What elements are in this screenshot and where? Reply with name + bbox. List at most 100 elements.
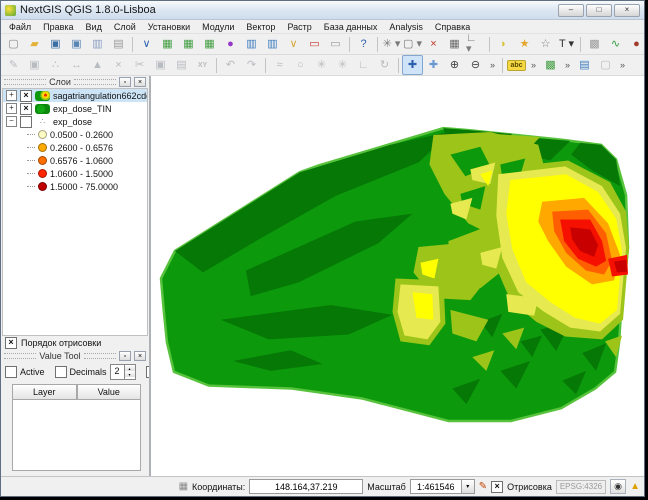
save-project-as-button[interactable]: ▣ <box>66 34 87 54</box>
undo-button[interactable]: ↶ <box>220 55 241 75</box>
zoom-to-layer-button[interactable]: ▩ <box>540 55 561 75</box>
decimals-stepper[interactable]: 2 ▴ ▾ <box>110 364 136 380</box>
show-bookmarks-button[interactable]: ☆ <box>535 34 556 54</box>
save-edits-button[interactable]: ▣ <box>24 55 45 75</box>
dock-handle[interactable] <box>74 79 116 85</box>
toolbar-separator[interactable] <box>265 58 266 73</box>
toolbar-separator[interactable] <box>132 37 133 52</box>
profile-tool-button[interactable]: ∿ <box>605 34 626 54</box>
legend-item[interactable]: 0.6576 - 1.0600 <box>3 154 147 167</box>
maximize-button[interactable]: □ <box>586 4 612 17</box>
select-features-button[interactable]: ▢ ▾ <box>402 34 423 54</box>
layer-visibility-checkbox[interactable]: × <box>20 90 32 102</box>
expand-icon[interactable]: + <box>6 90 17 101</box>
value-tool-float-button[interactable]: ▫ <box>119 351 131 361</box>
active-checkbox[interactable] <box>5 366 17 378</box>
map-canvas[interactable] <box>151 76 644 476</box>
labeling-button[interactable]: abc <box>506 55 527 75</box>
save-project-button[interactable]: ▣ <box>45 34 66 54</box>
menu-item[interactable]: Вектор <box>240 22 281 32</box>
new-print-composer-button[interactable]: ▤ <box>108 34 129 54</box>
toolbar-separator[interactable] <box>489 37 490 52</box>
layers-panel-float-button[interactable]: ▫ <box>119 77 131 87</box>
menu-item[interactable]: База данных <box>318 22 384 32</box>
cut-features-button[interactable]: ✂ <box>129 55 150 75</box>
legend-item[interactable]: 0.0500 - 0.2600 <box>3 128 147 141</box>
layer-row-exp-dose[interactable]: − ∴ exp_dose <box>3 115 147 128</box>
dock-handle[interactable] <box>84 353 116 359</box>
scale-dropdown-button[interactable]: ▾ <box>462 479 475 494</box>
toolbar-separator[interactable] <box>502 58 503 73</box>
toolbar-separator[interactable] <box>398 58 399 73</box>
dock-handle[interactable] <box>4 79 46 85</box>
decimals-checkbox[interactable] <box>55 366 67 378</box>
menu-item[interactable]: Справка <box>429 22 476 32</box>
toolbar-separator[interactable] <box>349 37 350 52</box>
add-vector-layer-button[interactable]: ∨ <box>136 34 157 54</box>
xy-tool-button[interactable]: XY <box>192 55 213 75</box>
menu-item[interactable]: Вид <box>80 22 108 32</box>
options-button[interactable]: ✳ ▾ <box>381 34 402 54</box>
menu-item[interactable]: Растр <box>281 22 317 32</box>
save-as-image-button[interactable]: ▥ <box>87 34 108 54</box>
reshape-button[interactable]: ∟ <box>353 55 374 75</box>
menu-item[interactable]: Файл <box>3 22 37 32</box>
toggle-editing-button[interactable]: ✎ <box>3 55 24 75</box>
extents-toggle-icon[interactable]: ▦ <box>179 481 188 492</box>
add-part-button[interactable]: ✳ <box>311 55 332 75</box>
move-feature-button[interactable]: ↔ <box>66 55 87 75</box>
stepper-down-button[interactable]: ▾ <box>125 371 135 377</box>
toolbar-separator[interactable] <box>580 37 581 52</box>
redo-button[interactable]: ↷ <box>241 55 262 75</box>
dock-handle[interactable] <box>4 353 36 359</box>
toolbar-overflow-button[interactable]: » <box>561 55 574 75</box>
close-button[interactable]: × <box>614 4 640 17</box>
legend-item[interactable]: 1.0600 - 1.5000 <box>3 167 147 180</box>
capture-point-button[interactable]: ∴ <box>45 55 66 75</box>
new-shapefile-layer-button[interactable]: ∨ <box>283 34 304 54</box>
legend-item[interactable]: 1.5000 - 75.0000 <box>3 180 147 193</box>
simplify-feature-button[interactable]: ≈ <box>269 55 290 75</box>
expand-icon[interactable]: + <box>6 103 17 114</box>
toolbar-overflow-button[interactable]: » <box>527 55 540 75</box>
legend-item[interactable]: 0.2600 - 0.6576 <box>3 141 147 154</box>
add-wfs-layer-button[interactable]: ▥ <box>262 34 283 54</box>
add-wms-layer-button[interactable]: ▥ <box>241 34 262 54</box>
new-bookmark-button[interactable]: ★ <box>514 34 535 54</box>
copy-features-button[interactable]: ▣ <box>150 55 171 75</box>
layer-visibility-checkbox[interactable] <box>20 116 32 128</box>
layer-row-sagatriangulation[interactable]: + × sagatriangulation662cdc2085044b35... <box>3 89 147 102</box>
help-contents-button[interactable]: ▢ <box>595 55 616 75</box>
minimize-button[interactable]: – <box>558 4 584 17</box>
paste-features-button[interactable]: ▤ <box>171 55 192 75</box>
zoom-in-button[interactable]: ⊕ <box>444 55 465 75</box>
collapse-icon[interactable]: − <box>6 116 17 127</box>
column-header-value[interactable]: Value <box>77 384 142 400</box>
layer-visibility-checkbox[interactable]: × <box>20 103 32 115</box>
measure-button[interactable]: ∟ ▾ <box>465 34 486 54</box>
toolbar-separator[interactable] <box>216 58 217 73</box>
rotate-point-button[interactable]: ↻ <box>374 55 395 75</box>
whats-this-button[interactable]: ? <box>353 34 374 54</box>
layer-properties-button[interactable]: ▭ <box>325 34 346 54</box>
layer-row-exp-dose-tin[interactable]: + × exp_dose_TIN <box>3 102 147 115</box>
node-tool-button[interactable]: ▲ <box>87 55 108 75</box>
crs-status-button[interactable]: ◉ <box>610 479 626 494</box>
open-project-button[interactable]: ▰ <box>24 34 45 54</box>
delete-selected-button[interactable]: × <box>108 55 129 75</box>
render-checkbox[interactable]: × <box>491 481 503 493</box>
db-manager-button[interactable]: ▤ <box>574 55 595 75</box>
attribute-table-button[interactable]: ▦ <box>444 34 465 54</box>
remove-layer-button[interactable]: ▭ <box>304 34 325 54</box>
map-tips-button[interactable]: ◗ <box>493 34 514 54</box>
menu-item[interactable]: Установки <box>142 22 196 32</box>
georeferencer-button[interactable]: ▩ <box>584 34 605 54</box>
column-header-layer[interactable]: Layer <box>12 384 77 400</box>
menu-item[interactable]: Модули <box>196 22 240 32</box>
messages-warning-icon[interactable]: ▲ <box>630 481 640 492</box>
toolbar-overflow-button[interactable]: » <box>486 55 499 75</box>
scale-input[interactable] <box>410 479 462 494</box>
text-annotation-button[interactable]: T ▾ <box>556 34 577 54</box>
add-postgis-layer-button[interactable]: ● <box>220 34 241 54</box>
pan-to-selection-button[interactable]: ✚ <box>423 55 444 75</box>
